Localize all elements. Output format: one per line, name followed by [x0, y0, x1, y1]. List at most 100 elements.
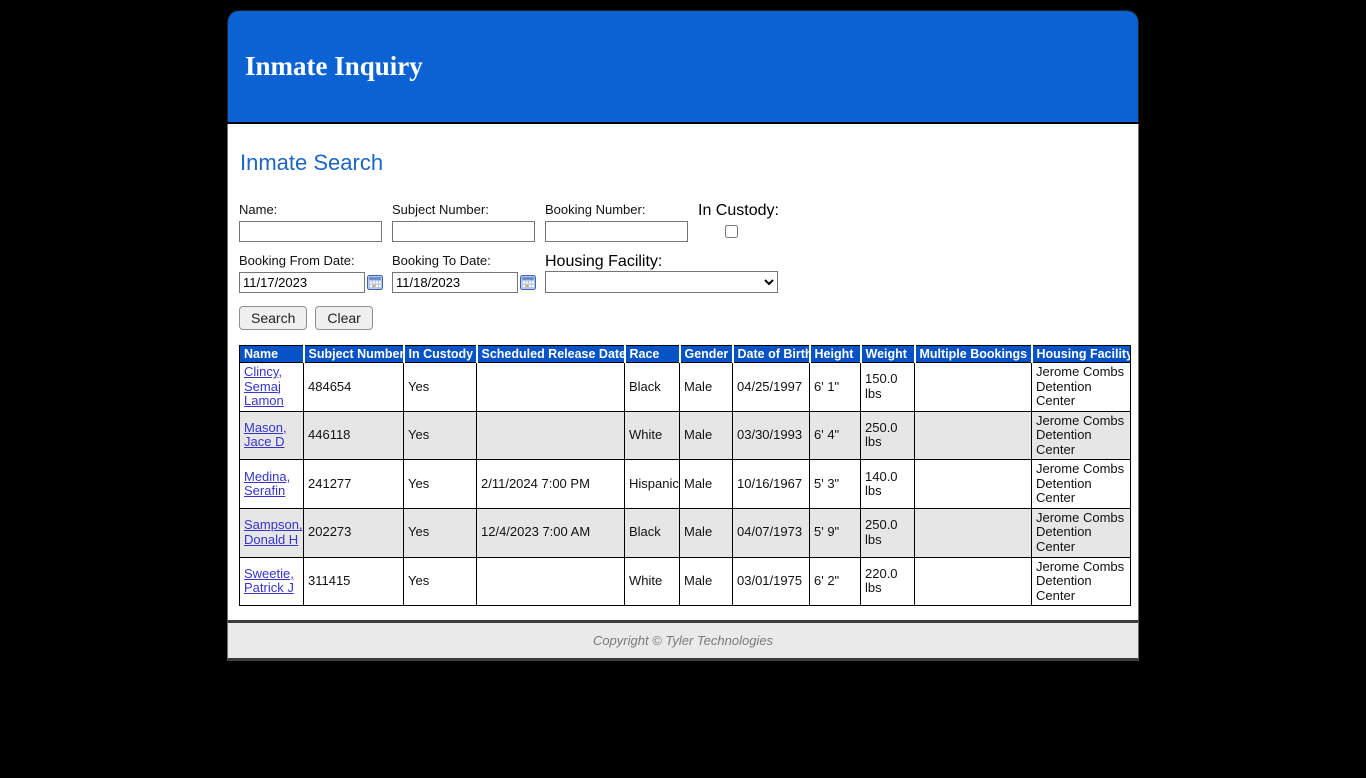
- inmate-name-link[interactable]: Mason, Jace D: [244, 420, 287, 450]
- booking-from-label: Booking From Date:: [239, 253, 355, 268]
- cell-housing-facility: Jerome Combs Detention Center: [1031, 459, 1131, 509]
- subject-number-label: Subject Number:: [392, 202, 489, 217]
- subject-number-input[interactable]: [392, 221, 535, 242]
- cell-race: White: [624, 556, 680, 607]
- cell-subject-number: 241277: [303, 459, 404, 509]
- cell-in-custody: Yes: [403, 410, 477, 461]
- inmate-name-link[interactable]: Clincy, Semaj Lamon: [244, 364, 284, 408]
- booking-from-input[interactable]: [239, 272, 365, 293]
- cell-name: Clincy, Semaj Lamon: [239, 362, 304, 412]
- in-custody-label: In Custody:: [698, 202, 779, 219]
- inmate-name-link[interactable]: Medina, Serafin: [244, 469, 290, 499]
- column-header: Subject Number: [302, 345, 404, 363]
- calendar-icon: [520, 275, 536, 290]
- column-header: Name: [239, 345, 304, 363]
- cell-race: Hispanic: [624, 459, 680, 509]
- name-field-group: Name:: [239, 202, 392, 242]
- booking-number-input[interactable]: [545, 221, 688, 242]
- main-content: Inmate Search Name: Subject Number: Book…: [227, 124, 1139, 621]
- table-body: Clincy, Semaj Lamon 484654 Yes Black Male 04/…: [239, 362, 1131, 607]
- booking-to-calendar-button[interactable]: [520, 275, 536, 290]
- cell-height: 5' 3": [809, 459, 861, 509]
- booking-to-input[interactable]: [392, 272, 518, 293]
- table-row: Mason, Jace D 446118 Yes White Male 03/30/199…: [239, 410, 1131, 461]
- booking-from-field-group: Booking From Date:: [239, 253, 392, 293]
- cell-housing-facility: Jerome Combs Detention Center: [1031, 410, 1131, 461]
- calendar-icon: [367, 275, 383, 290]
- cell-height: 6' 2": [809, 556, 861, 607]
- cell-dob: 04/07/1973: [732, 507, 810, 558]
- subject-number-field-group: Subject Number:: [392, 202, 545, 242]
- cell-multiple-bookings: [914, 556, 1032, 607]
- cell-weight: 140.0 lbs: [860, 459, 915, 509]
- page-title: Inmate Search: [240, 150, 384, 175]
- cell-weight: 250.0 lbs: [860, 410, 915, 461]
- cell-scheduled-release: [476, 410, 625, 461]
- app-title: Inmate Inquiry: [245, 51, 423, 81]
- booking-number-field-group: Booking Number:: [545, 202, 698, 242]
- housing-facility-label: Housing Facility:: [545, 253, 663, 270]
- form-row-1: Name: Subject Number: Booking Number: In…: [239, 202, 1127, 243]
- clear-button[interactable]: Clear: [315, 306, 373, 330]
- cell-gender: Male: [679, 410, 733, 461]
- name-input[interactable]: [239, 221, 382, 242]
- search-button[interactable]: Search: [239, 306, 308, 330]
- cell-housing-facility: Jerome Combs Detention Center: [1031, 362, 1131, 412]
- column-header: Scheduled Release Date: [475, 345, 625, 363]
- housing-facility-field-group: Housing Facility:: [545, 253, 778, 293]
- cell-subject-number: 202273: [303, 507, 404, 558]
- column-header: In Custody: [402, 345, 477, 363]
- housing-facility-select[interactable]: [545, 271, 778, 293]
- copyright-text: Copyright © Tyler Technologies: [592, 633, 774, 649]
- cell-height: 6' 4": [809, 410, 861, 461]
- cell-race: Black: [624, 362, 680, 412]
- booking-from-calendar-button[interactable]: [367, 275, 383, 290]
- cell-gender: Male: [679, 459, 733, 509]
- cell-dob: 03/30/1993: [732, 410, 810, 461]
- inmate-search-form: Name: Subject Number: Booking Number: In…: [239, 202, 1127, 330]
- cell-gender: Male: [679, 556, 733, 607]
- cell-scheduled-release: [476, 556, 625, 607]
- cell-subject-number: 311415: [303, 556, 404, 607]
- cell-scheduled-release: 2/11/2024 7:00 PM: [476, 459, 625, 509]
- name-label: Name:: [239, 202, 278, 217]
- column-header: Weight: [859, 345, 915, 363]
- booking-number-label: Booking Number:: [545, 202, 646, 217]
- app-banner: Inmate Inquiry: [227, 10, 1139, 122]
- page-container: Inmate Inquiry Inmate Search Name: Subje…: [227, 10, 1139, 662]
- cell-subject-number: 446118: [303, 410, 404, 461]
- cell-race: White: [624, 410, 680, 461]
- column-header: Gender: [678, 345, 733, 363]
- inmate-name-link[interactable]: Sampson, Donald H: [244, 517, 303, 547]
- table-row: Sampson, Donald H 202273 Yes 12/4/2023 7:00…: [239, 507, 1131, 558]
- cell-height: 5' 9": [809, 507, 861, 558]
- cell-subject-number: 484654: [303, 362, 404, 412]
- cell-scheduled-release: 12/4/2023 7:00 AM: [476, 507, 625, 558]
- column-header: Height: [808, 345, 861, 363]
- cell-race: Black: [624, 507, 680, 558]
- cell-multiple-bookings: [914, 362, 1032, 412]
- column-header: Housing Facility: [1030, 345, 1131, 363]
- cell-name: Sweetie, Patrick J: [239, 556, 304, 607]
- cell-in-custody: Yes: [403, 362, 477, 412]
- cell-multiple-bookings: [914, 507, 1032, 558]
- cell-scheduled-release: [476, 362, 625, 412]
- results-table: Name Subject Number In Custody Scheduled Re…: [239, 345, 1131, 607]
- in-custody-checkbox[interactable]: [725, 225, 738, 238]
- table-header-row: Name Subject Number In Custody Scheduled Re…: [239, 345, 1131, 363]
- form-buttons: Search Clear: [239, 306, 1127, 330]
- cell-weight: 220.0 lbs: [860, 556, 915, 607]
- column-header: Multiple Bookings: [913, 345, 1032, 363]
- table-row: Sweetie, Patrick J 311415 Yes White Male 03/0…: [239, 556, 1131, 607]
- cell-dob: 04/25/1997: [732, 362, 810, 412]
- cell-housing-facility: Jerome Combs Detention Center: [1031, 556, 1131, 607]
- cell-weight: 250.0 lbs: [860, 507, 915, 558]
- cell-name: Mason, Jace D: [239, 410, 304, 461]
- column-header: Date of Birth: [731, 345, 810, 363]
- cell-name: Medina, Serafin: [239, 459, 304, 509]
- form-row-2: Booking From Date: 11/17/2023 Booking To…: [239, 253, 1127, 293]
- page-footer: Copyright © Tyler Technologies: [227, 620, 1139, 662]
- column-header: Race: [623, 345, 680, 363]
- cell-in-custody: Yes: [403, 459, 477, 509]
- inmate-name-link[interactable]: Sweetie, Patrick J: [244, 566, 294, 596]
